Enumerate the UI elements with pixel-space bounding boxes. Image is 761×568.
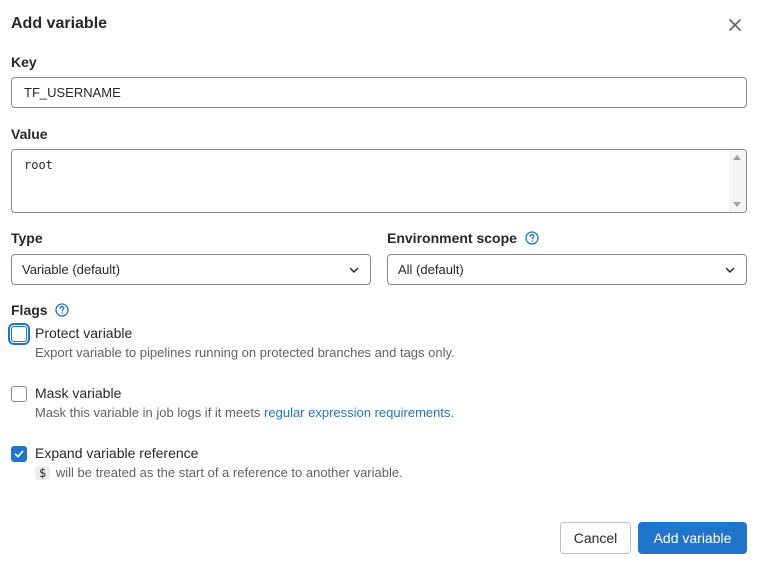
question-circle-icon[interactable] <box>525 231 539 245</box>
scroll-down-icon[interactable] <box>733 202 741 207</box>
question-circle-icon[interactable] <box>55 303 70 317</box>
expand-variable-help: $ will be treated as the start of a refe… <box>35 465 403 480</box>
expand-help-text: will be treated as the start of a refere… <box>52 465 403 480</box>
key-label: Key <box>11 54 37 70</box>
add-variable-button[interactable]: Add variable <box>638 522 747 554</box>
value-scrollbar[interactable] <box>729 150 746 212</box>
expand-variable-label[interactable]: Expand variable reference <box>35 445 198 461</box>
chevron-down-icon <box>349 267 359 273</box>
mask-variable-checkbox[interactable] <box>11 386 27 402</box>
key-input[interactable] <box>11 77 747 108</box>
add-variable-modal: Add variable Key Value root Type Variabl… <box>0 0 761 568</box>
value-textarea-wrapper: root <box>11 149 747 213</box>
regex-requirements-link[interactable]: regular expression requirements <box>264 405 450 420</box>
value-label: Value <box>11 126 48 142</box>
scroll-up-icon[interactable] <box>733 155 741 160</box>
environment-scope-label-text: Environment scope <box>387 230 517 246</box>
protect-variable-checkbox[interactable] <box>11 326 27 342</box>
environment-scope-label: Environment scope <box>387 230 539 246</box>
modal-title: Add variable <box>11 15 108 32</box>
mask-help-suffix: . <box>450 405 455 420</box>
value-textarea[interactable]: root <box>12 150 730 212</box>
environment-scope-select[interactable]: All (default) <box>387 254 747 285</box>
checkmark-icon <box>14 450 24 458</box>
expand-variable-checkbox[interactable] <box>11 446 27 462</box>
type-select[interactable]: Variable (default) <box>11 254 371 285</box>
mask-variable-help: Mask this variable in job logs if it mee… <box>35 405 454 420</box>
close-icon <box>729 19 741 31</box>
chevron-down-icon <box>725 267 735 273</box>
cancel-button[interactable]: Cancel <box>560 522 631 554</box>
dollar-code: $ <box>35 466 51 480</box>
protect-variable-help: Export variable to pipelines running on … <box>35 345 455 360</box>
flags-label-text: Flags <box>11 302 48 318</box>
protect-variable-label[interactable]: Protect variable <box>35 325 132 341</box>
type-label: Type <box>11 230 43 246</box>
close-button[interactable] <box>723 13 747 37</box>
flags-label: Flags <box>11 302 70 318</box>
mask-help-text: Mask this variable in job logs if it mee… <box>35 405 265 420</box>
environment-scope-selected-value: All (default) <box>398 262 464 277</box>
type-selected-value: Variable (default) <box>22 262 121 277</box>
mask-variable-label[interactable]: Mask variable <box>35 385 121 401</box>
